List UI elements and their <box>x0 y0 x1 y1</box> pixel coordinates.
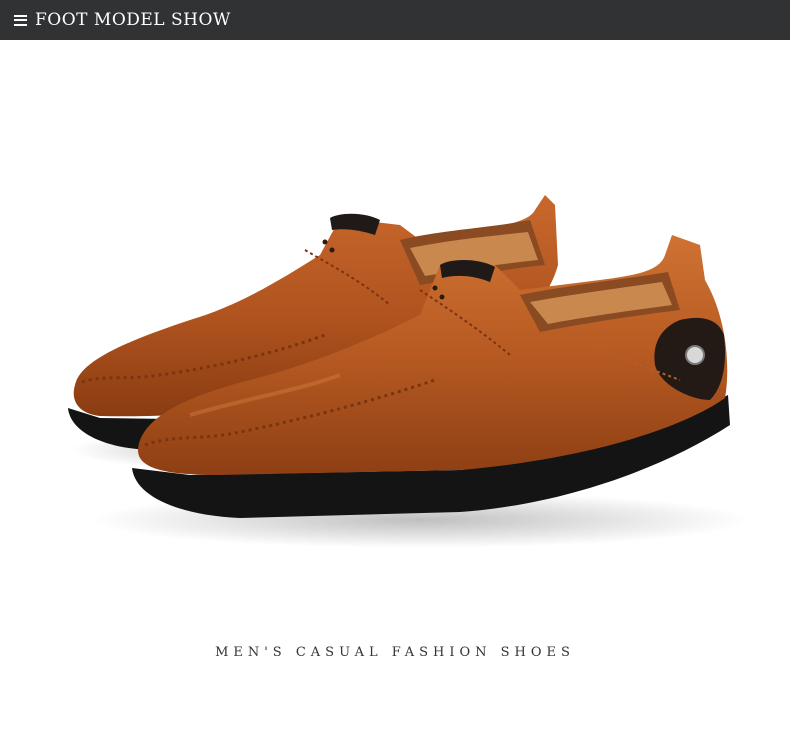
section-header: FOOT MODEL SHOW <box>0 0 790 40</box>
menu-icon[interactable] <box>14 14 27 26</box>
product-photo <box>68 195 750 548</box>
product-caption: MEN'S CASUAL FASHION SHOES <box>215 645 575 660</box>
section-title: FOOT MODEL SHOW <box>35 10 231 30</box>
